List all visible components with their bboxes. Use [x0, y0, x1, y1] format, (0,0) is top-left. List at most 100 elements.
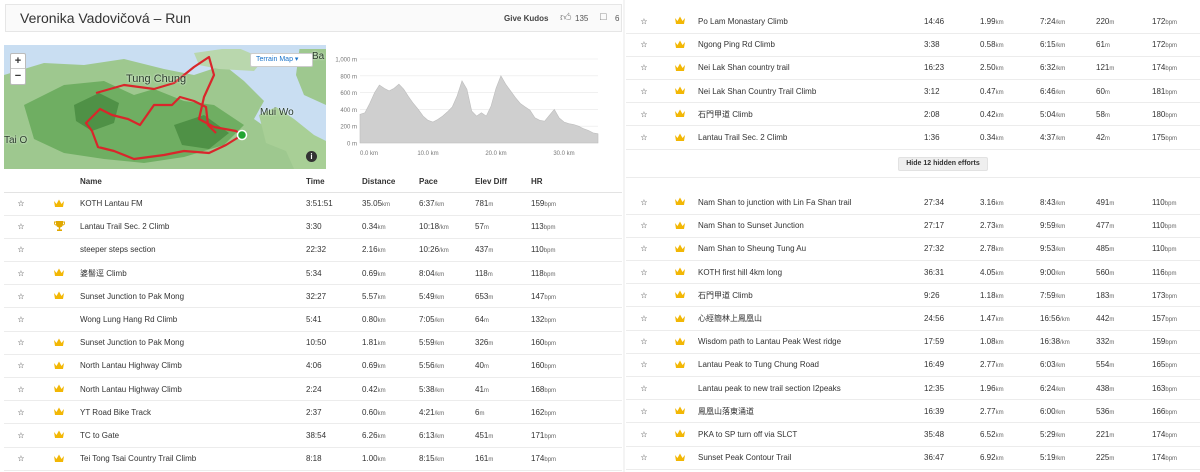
segment-name-link[interactable]: YT Road Bike Track: [80, 400, 306, 425]
segment-row[interactable]: ☆ Lantau Trail Sec. 2 Climb 1:36 0.34km 4:37…: [626, 125, 1200, 150]
segment-name-link[interactable]: Lantau Trail Sec. 2 Climb: [80, 215, 306, 239]
segment-name-link[interactable]: Wong Lung Hang Rd Climb: [80, 307, 306, 332]
segment-name-link[interactable]: PKA to SP turn off via SLCT: [698, 422, 924, 447]
star-icon[interactable]: ☆: [626, 306, 662, 331]
star-icon[interactable]: ☆: [4, 284, 38, 309]
segment-row[interactable]: ☆ Wisdom path to Lantau Peak West ridge 17…: [626, 330, 1200, 354]
segment-name-link[interactable]: Tei Tong Tsai Country Trail Climb: [80, 447, 306, 471]
star-icon[interactable]: ☆: [626, 283, 662, 308]
segment-name-link[interactable]: Ngong Ping Rd Climb: [698, 33, 924, 57]
segment-name-link[interactable]: Po Lam Monastary Climb: [698, 10, 924, 34]
segment-row[interactable]: ☆ 鳳凰山落東涌道 16:39 2.77km 6:00/km 536m 166bpm: [626, 399, 1200, 424]
star-icon[interactable]: ☆: [626, 10, 662, 34]
segment-row[interactable]: ☆ Lantau Trail Sec. 2 Climb 3:30 0.34km 10:1…: [4, 215, 622, 239]
comment-icon[interactable]: □: [600, 11, 607, 23]
segment-row[interactable]: ☆ Tei Tong Tsai Country Trail Climb 8:18 1.…: [4, 447, 622, 471]
star-icon[interactable]: ☆: [626, 56, 662, 81]
star-icon[interactable]: ☆: [4, 423, 38, 448]
segment-row[interactable]: ☆ Lantau Peak to Tung Chung Road 16:49 2.77…: [626, 353, 1200, 378]
segment-row[interactable]: ☆ 石門甲道 Climb 9:26 1.18km 7:59/km 183m 173bpm: [626, 283, 1200, 308]
column-header-pace[interactable]: Pace: [419, 172, 475, 193]
segment-row[interactable]: ☆ 婆髻逕 Climb 5:34 0.69km 8:04/km 118m 118bpm: [4, 261, 622, 286]
zoom-in-button[interactable]: +: [11, 54, 25, 69]
segment-name-link[interactable]: North Lantau Highway Climb: [80, 354, 306, 379]
segment-name-link[interactable]: Nei Lak Shan country trail: [698, 56, 924, 81]
segment-name-link[interactable]: steeper steps section: [80, 238, 306, 263]
give-kudos-button[interactable]: Give Kudos: [504, 14, 548, 23]
segment-row[interactable]: ☆ PKA to SP turn off via SLCT 35:48 6.52km 5…: [626, 422, 1200, 447]
segment-name-link[interactable]: Sunset Junction to Pak Mong: [80, 284, 306, 309]
segment-row[interactable]: ☆ YT Road Bike Track 2:37 0.60km 4:21/km 6m 16…: [4, 400, 622, 425]
segment-name-link[interactable]: KOTH Lantau FM: [80, 192, 306, 216]
column-header-time[interactable]: Time: [306, 172, 362, 193]
zoom-out-button[interactable]: −: [11, 69, 25, 84]
route-map[interactable]: + − Terrain Map ▾ Tung Chung Mui Wo Tai …: [4, 45, 326, 169]
star-icon[interactable]: ☆: [626, 376, 662, 401]
star-icon[interactable]: ☆: [4, 447, 38, 471]
star-icon[interactable]: ☆: [626, 446, 662, 470]
segment-row[interactable]: ☆ Nei Lak Shan Country Trail Climb 3:12 0.4…: [626, 79, 1200, 104]
star-icon[interactable]: ☆: [626, 125, 662, 150]
star-icon[interactable]: ☆: [626, 353, 662, 378]
star-icon[interactable]: ☆: [4, 331, 38, 355]
star-icon[interactable]: ☆: [4, 377, 38, 402]
segment-name-link[interactable]: Wisdom path to Lantau Peak West ridge: [698, 330, 924, 354]
star-icon[interactable]: ☆: [626, 422, 662, 447]
star-icon[interactable]: ☆: [626, 214, 662, 238]
column-header-elev-diff[interactable]: Elev Diff: [475, 172, 531, 193]
segment-name-link[interactable]: Sunset Junction to Pak Mong: [80, 331, 306, 355]
star-icon[interactable]: ☆: [626, 237, 662, 262]
column-header-distance[interactable]: Distance: [362, 172, 419, 193]
segment-name-link[interactable]: KOTH first hill 4km long: [698, 260, 924, 285]
star-icon[interactable]: ☆: [626, 102, 662, 127]
segment-row[interactable]: ☆ Sunset Peak Contour Trail 36:47 6.92km 5:1…: [626, 446, 1200, 470]
segment-row[interactable]: ☆ 心經簡林上鳳凰山 24:56 1.47km 16:56/km 442m 157bpm: [626, 306, 1200, 331]
star-icon[interactable]: ☆: [4, 354, 38, 379]
segment-row[interactable]: ☆ Sunset Junction to Pak Mong 32:27 5.57km 5…: [4, 284, 622, 309]
segment-name-link[interactable]: 心經簡林上鳳凰山: [698, 306, 924, 331]
star-icon[interactable]: ☆: [626, 330, 662, 354]
segment-row[interactable]: ☆ steeper steps section 22:32 2.16km 10:26/k…: [4, 238, 622, 263]
star-icon[interactable]: ☆: [4, 215, 38, 239]
hide-hidden-efforts-button[interactable]: Hide 12 hidden efforts: [898, 157, 988, 171]
segment-row[interactable]: ☆ Nam Shan to Sheung Tung Au 27:32 2.78km 9:…: [626, 237, 1200, 262]
segment-row[interactable]: ☆ Nei Lak Shan country trail 16:23 2.50km 6:…: [626, 56, 1200, 81]
segment-row[interactable]: ☆ North Lantau Highway Climb 2:24 0.42km 5:3…: [4, 377, 622, 402]
segment-name-link[interactable]: Sunset Peak Contour Trail: [698, 446, 924, 470]
info-icon[interactable]: i: [306, 151, 317, 162]
star-icon[interactable]: ☆: [626, 260, 662, 285]
segment-row[interactable]: ☆ TC to Gate 38:54 6.26km 6:13/km 451m 171bpm: [4, 423, 622, 448]
segment-row[interactable]: ☆ 石門甲道 Climb 2:08 0.42km 5:04/km 58m 180bpm: [626, 102, 1200, 127]
segment-row[interactable]: ☆ Nam Shan to junction with Lin Fa Shan t…: [626, 191, 1200, 215]
column-header-hr[interactable]: HR: [531, 172, 622, 193]
star-icon[interactable]: ☆: [4, 261, 38, 286]
star-icon[interactable]: ☆: [4, 192, 38, 216]
segment-name-link[interactable]: Nam Shan to Sheung Tung Au: [698, 237, 924, 262]
segment-name-link[interactable]: 石門甲道 Climb: [698, 283, 924, 308]
star-icon[interactable]: ☆: [626, 33, 662, 57]
segment-name-link[interactable]: North Lantau Highway Climb: [80, 377, 306, 402]
segment-row[interactable]: ☆ Po Lam Monastary Climb 14:46 1.99km 7:24/k…: [626, 10, 1200, 34]
segment-name-link[interactable]: Nei Lak Shan Country Trail Climb: [698, 79, 924, 104]
segment-name-link[interactable]: 鳳凰山落東涌道: [698, 399, 924, 424]
star-icon[interactable]: ☆: [626, 399, 662, 424]
segment-row[interactable]: ☆ Sunset Junction to Pak Mong 10:50 1.81km 5…: [4, 331, 622, 355]
segment-name-link[interactable]: 石門甲道 Climb: [698, 102, 924, 127]
segment-row[interactable]: ☆ Ngong Ping Rd Climb 3:38 0.58km 6:15/km 61m…: [626, 33, 1200, 57]
segment-name-link[interactable]: Nam Shan to junction with Lin Fa Shan tr…: [698, 191, 924, 215]
segment-name-link[interactable]: Nam Shan to Sunset Junction: [698, 214, 924, 238]
star-icon[interactable]: ☆: [626, 191, 662, 215]
segment-name-link[interactable]: Lantau peak to new trail section I2peaks: [698, 376, 924, 401]
segment-name-link[interactable]: TC to Gate: [80, 423, 306, 448]
star-icon[interactable]: ☆: [626, 79, 662, 104]
segment-row[interactable]: ☆ Wong Lung Hang Rd Climb 5:41 0.80km 7:05/k…: [4, 307, 622, 332]
segment-row[interactable]: ☆ KOTH first hill 4km long 36:31 4.05km 9:00…: [626, 260, 1200, 285]
segment-row[interactable]: ☆ Lantau peak to new trail section I2peak…: [626, 376, 1200, 401]
segment-row[interactable]: ☆ North Lantau Highway Climb 4:06 0.69km 5:5…: [4, 354, 622, 379]
thumbs-up-icon[interactable]: 👍︎: [560, 11, 572, 24]
star-icon[interactable]: ☆: [4, 238, 38, 263]
star-icon[interactable]: ☆: [4, 307, 38, 332]
segment-name-link[interactable]: Lantau Trail Sec. 2 Climb: [698, 125, 924, 150]
segment-row[interactable]: ☆ Nam Shan to Sunset Junction 27:17 2.73km 9…: [626, 214, 1200, 238]
segment-name-link[interactable]: 婆髻逕 Climb: [80, 261, 306, 286]
